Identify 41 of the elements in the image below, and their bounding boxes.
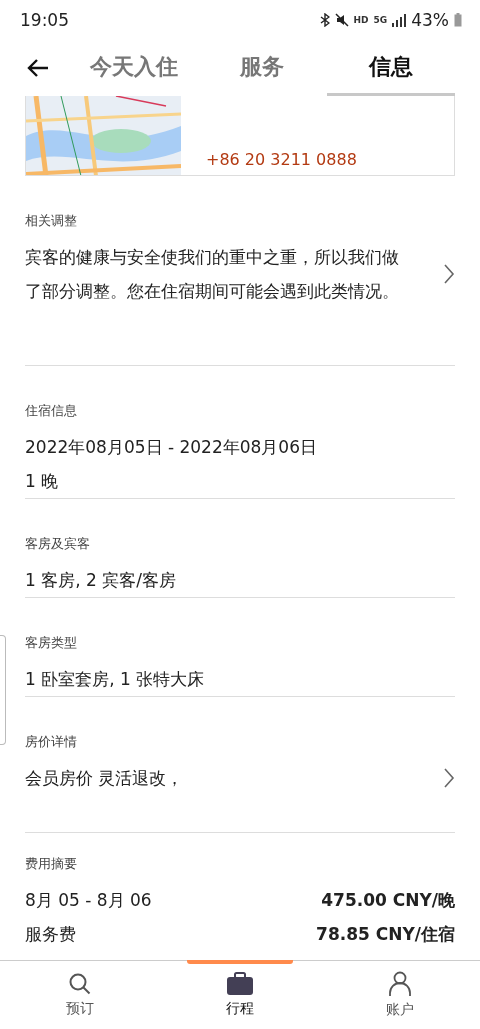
tab[interactable]: 信息 xyxy=(326,40,455,96)
briefcase-icon xyxy=(226,972,254,996)
status-time: 19:05 xyxy=(20,10,69,30)
section-label: 费用摘要 xyxy=(25,855,78,873)
fee-name: 8月 05 - 8月 06 xyxy=(25,889,152,912)
nav-item[interactable]: 账户 xyxy=(320,961,480,1029)
section-label: 客房及宾客 xyxy=(25,535,91,553)
user-icon xyxy=(388,971,412,997)
tab[interactable]: 今天入住 xyxy=(70,40,199,96)
section-label: 相关调整 xyxy=(25,212,78,230)
section-value: 1 卧室套房, 1 张特大床 xyxy=(25,668,206,691)
battery-icon xyxy=(454,13,462,27)
section-label: 住宿信息 xyxy=(25,402,78,420)
chevron-right-icon xyxy=(443,767,455,789)
fee-amount: 475.00 CNY/晚 xyxy=(321,889,455,912)
tab[interactable]: 服务 xyxy=(198,40,327,96)
phone-number[interactable]: +86 20 3211 0888 xyxy=(206,150,357,169)
section-label: 房价详情 xyxy=(25,733,78,751)
edge-handle[interactable] xyxy=(0,635,6,745)
fee-name: 服务费 xyxy=(25,923,76,946)
nav-item[interactable]: 预订 xyxy=(0,961,160,1029)
nav-item[interactable]: 行程 xyxy=(160,961,320,1029)
signal-icon xyxy=(392,13,407,27)
back-arrow-icon[interactable] xyxy=(26,58,50,78)
mute-icon xyxy=(334,13,349,27)
section-value: 2022年08月05日 - 2022年08月06日 xyxy=(25,436,318,459)
chevron-right-icon xyxy=(443,263,455,285)
section-value: 会员房价 灵活退改， xyxy=(25,767,185,790)
bluetooth-icon xyxy=(319,13,330,27)
nav-label: 行程 xyxy=(226,1000,254,1018)
nav-label: 账户 xyxy=(386,1001,414,1019)
battery-level: 43% xyxy=(411,10,449,30)
section-value: 1 客房, 2 宾客/客房 xyxy=(25,569,177,592)
section-value: 1 晚 xyxy=(25,470,60,493)
section-label: 客房类型 xyxy=(25,634,78,652)
search-icon xyxy=(68,972,92,996)
nav-label: 预订 xyxy=(66,1000,94,1018)
section-text: 宾客的健康与安全使我们的重中之重，所以我们做了部分调整。您在住宿期间可能会遇到此类情况。 xyxy=(25,246,400,303)
fee-amount: 78.85 CNY/住宿 xyxy=(316,923,455,946)
hd-indicator: HD xyxy=(353,15,369,25)
network-indicator: 5G xyxy=(373,15,388,25)
